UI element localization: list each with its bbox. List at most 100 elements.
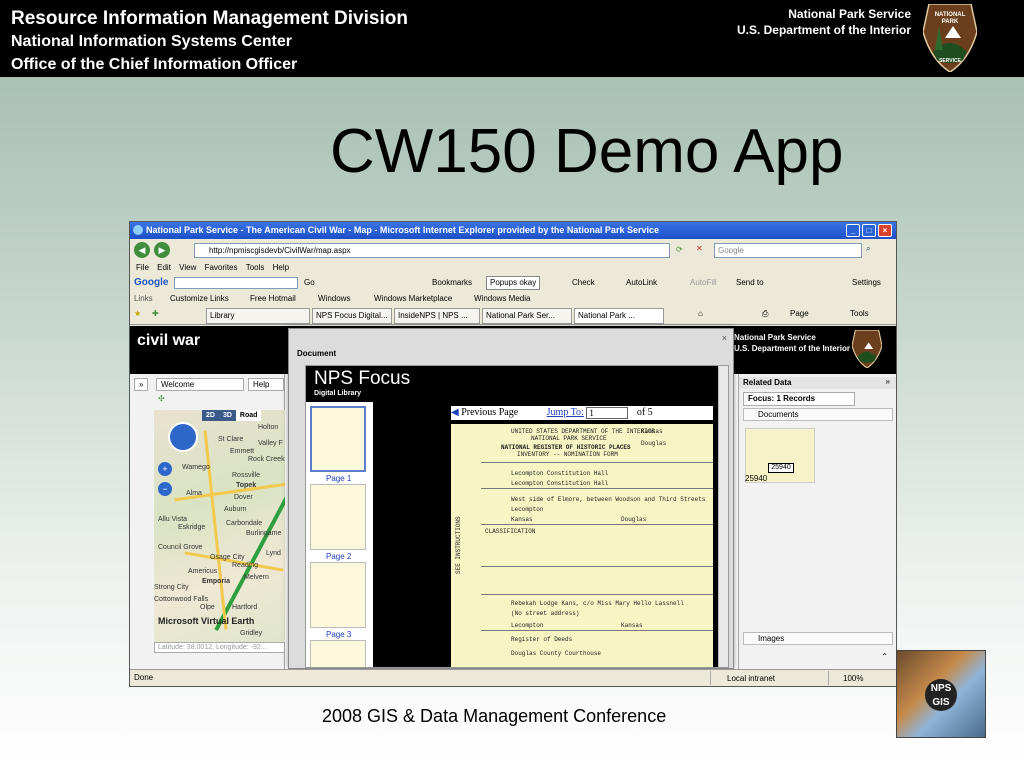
- previous-page-link[interactable]: Previous Page: [461, 407, 518, 418]
- tab-nps-focus[interactable]: NPS Focus Digital...: [312, 308, 392, 324]
- jump-to-link[interactable]: Jump To:: [547, 407, 584, 418]
- dialog-title: Document: [297, 349, 337, 358]
- map-city: Emporia: [202, 578, 231, 585]
- page-thumb-4[interactable]: [310, 640, 366, 667]
- nps-focus-title: NPS Focus: [314, 368, 411, 389]
- documents-section[interactable]: Documents: [743, 408, 893, 421]
- url-input[interactable]: http://npmiscgisdevb/CivilWar/map.aspx: [194, 243, 670, 258]
- doc-rule: [481, 594, 713, 595]
- tab-help[interactable]: Help: [248, 378, 284, 391]
- doc-text: Kansas: [641, 428, 663, 435]
- settings-button[interactable]: Settings: [852, 274, 881, 292]
- menu-file[interactable]: File: [136, 263, 149, 272]
- svg-text:PARK: PARK: [942, 19, 959, 25]
- bookmarks-button[interactable]: Bookmarks: [432, 274, 472, 292]
- link-marketplace[interactable]: Windows Marketplace: [374, 292, 452, 306]
- go-button[interactable]: Go: [304, 274, 315, 292]
- check-button[interactable]: Check: [572, 274, 595, 292]
- map-city: Wamego: [182, 464, 210, 471]
- google-search-input[interactable]: [174, 277, 298, 289]
- page-label-2[interactable]: Page 2: [326, 552, 351, 561]
- autofill-button[interactable]: AutoFill: [690, 274, 717, 292]
- viewer-scrollbar[interactable]: [718, 366, 728, 667]
- map-city: Gridley: [240, 630, 263, 637]
- map-city: Melvern: [244, 574, 269, 581]
- doc-text: NATIONAL REGISTER OF HISTORIC PLACES: [501, 444, 631, 451]
- map-view[interactable]: Holton St Clare Valley F Emmett Rock Cre…: [154, 410, 285, 642]
- map-city: Topek: [236, 482, 257, 489]
- close-button[interactable]: ×: [878, 224, 892, 237]
- link-windows-media[interactable]: Windows Media: [474, 292, 530, 306]
- refresh-icon[interactable]: ⟳: [676, 245, 683, 254]
- tab-national-park-2[interactable]: National Park ...: [574, 308, 664, 324]
- home-icon[interactable]: ⌂: [698, 309, 703, 318]
- tab-library[interactable]: Library: [206, 308, 310, 324]
- doc-text: Rebekah Lodge Kans, c/o Miss Mary Hello …: [511, 600, 684, 607]
- page-label-3[interactable]: Page 3: [326, 630, 351, 639]
- dialog-close-icon[interactable]: ×: [722, 333, 727, 343]
- slide-title: CW150 Demo App: [330, 117, 844, 186]
- page-menu[interactable]: Page: [790, 309, 809, 318]
- doc-rule: [481, 630, 713, 631]
- menu-tools[interactable]: Tools: [246, 263, 265, 272]
- images-section[interactable]: Images: [743, 632, 893, 645]
- window-title: National Park Service - The American Civ…: [146, 225, 659, 235]
- expand-right-icon[interactable]: »: [886, 377, 890, 386]
- map-city: Auburn: [224, 506, 247, 513]
- add-favorite-icon[interactable]: ✚: [152, 309, 159, 318]
- menu-favorites[interactable]: Favorites: [205, 263, 238, 272]
- doc-text: Lecompton: [511, 506, 544, 513]
- popups-button[interactable]: Popups okay: [486, 276, 541, 290]
- autolink-button[interactable]: AutoLink: [626, 274, 657, 292]
- zoom-in-button[interactable]: +: [158, 462, 172, 476]
- center-name: National Information Systems Center: [11, 33, 292, 50]
- tab-insidenps[interactable]: InsideNPS | NPS ...: [394, 308, 480, 324]
- back-icon[interactable]: ◀: [134, 242, 150, 258]
- tools-menu[interactable]: Tools: [850, 309, 869, 318]
- page-thumb-1[interactable]: [310, 406, 366, 472]
- link-customize[interactable]: Customize Links: [170, 292, 229, 306]
- minimize-button[interactable]: _: [846, 224, 860, 237]
- link-hotmail[interactable]: Free Hotmail: [250, 292, 296, 306]
- zoom-level[interactable]: 100%: [828, 671, 863, 685]
- page-label-1[interactable]: Page 1: [326, 474, 351, 483]
- slide-footer: 2008 GIS & Data Management Conference: [322, 706, 667, 726]
- search-input[interactable]: Google: [714, 243, 862, 258]
- doc-text: Douglas: [641, 440, 667, 447]
- send-to-button[interactable]: Send to: [736, 274, 764, 292]
- nps-gis-photo: NPS GIS: [896, 650, 986, 738]
- app-title: civil war: [137, 332, 201, 349]
- page-number-input[interactable]: 1: [586, 406, 629, 419]
- maximize-button[interactable]: □: [862, 224, 876, 237]
- link-windows[interactable]: Windows: [318, 292, 350, 306]
- map-mode-2d[interactable]: 2D: [202, 410, 219, 421]
- search-icon[interactable]: ⌕: [866, 244, 870, 254]
- zoom-out-button[interactable]: −: [158, 482, 172, 496]
- collapse-left-icon[interactable]: »: [134, 378, 148, 391]
- prev-arrow-icon[interactable]: ◀: [451, 407, 459, 418]
- page-thumb-3[interactable]: [310, 562, 366, 628]
- app-agency: National Park Service U.S. Department of…: [734, 332, 850, 354]
- map-mode-road[interactable]: Road: [235, 410, 262, 421]
- map-city: Allu Vista: [158, 516, 188, 523]
- thumbnail-label: 25940: [768, 463, 794, 473]
- focus-tab[interactable]: Focus: 1 Records: [743, 392, 855, 406]
- map-tools-icon[interactable]: ✣: [158, 394, 165, 403]
- print-icon[interactable]: ⎙: [762, 309, 768, 319]
- menu-view[interactable]: View: [179, 263, 196, 272]
- favorites-star-icon[interactable]: ★: [134, 309, 141, 318]
- tab-national-park-1[interactable]: National Park Ser...: [482, 308, 572, 324]
- map-pan-compass[interactable]: [168, 422, 198, 452]
- tab-welcome[interactable]: Welcome: [156, 378, 244, 391]
- collapse-up-icon[interactable]: ⌃: [881, 652, 888, 661]
- google-logo: Google: [134, 277, 169, 288]
- map-mode-3d[interactable]: 3D: [218, 410, 236, 421]
- forward-icon[interactable]: ▶: [154, 242, 170, 258]
- right-panel: Related Data » Focus: 1 Records Document…: [738, 374, 896, 669]
- map-city: Eskridge: [178, 524, 206, 531]
- page-thumb-2[interactable]: [310, 484, 366, 550]
- menu-help[interactable]: Help: [273, 263, 289, 272]
- stop-icon[interactable]: ✕: [696, 244, 703, 253]
- menu-edit[interactable]: Edit: [157, 263, 171, 272]
- digital-library-subtitle: Digital Library: [314, 390, 362, 397]
